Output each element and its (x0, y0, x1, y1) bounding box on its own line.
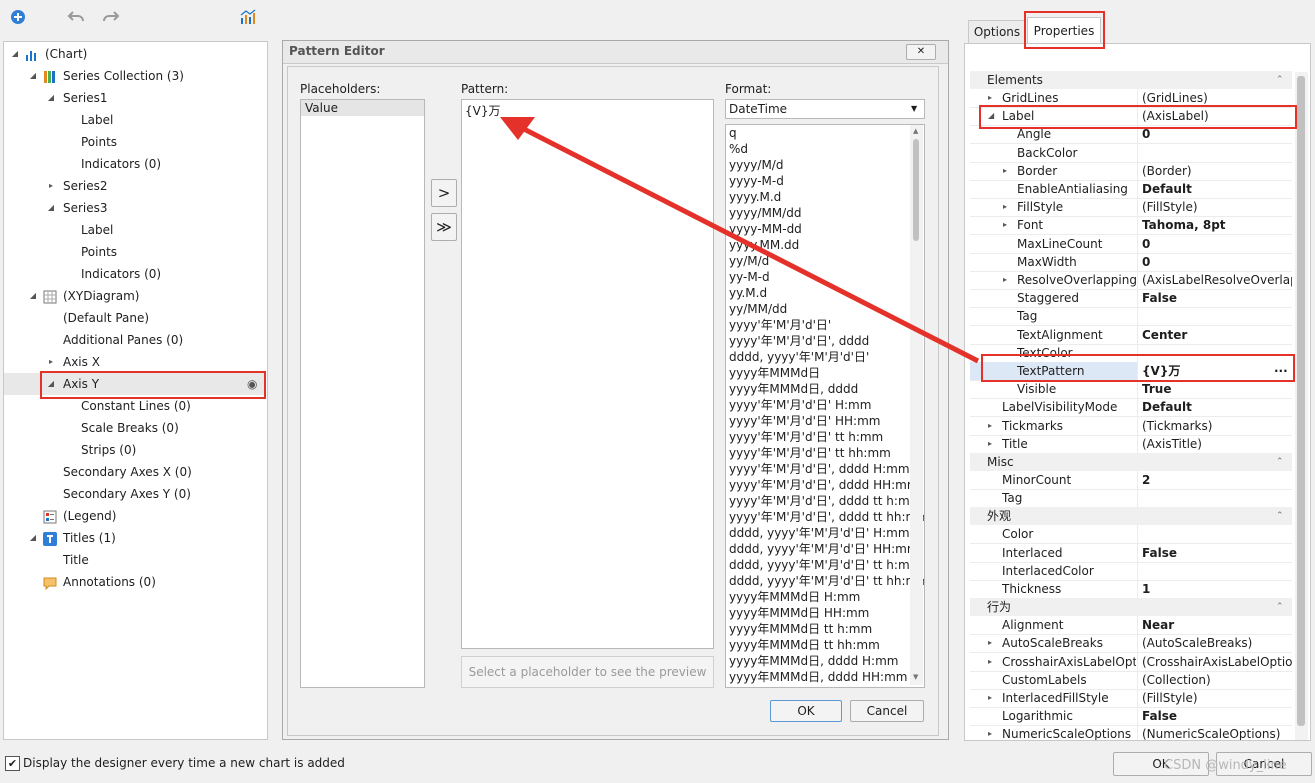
annotation-arrow (500, 117, 980, 364)
